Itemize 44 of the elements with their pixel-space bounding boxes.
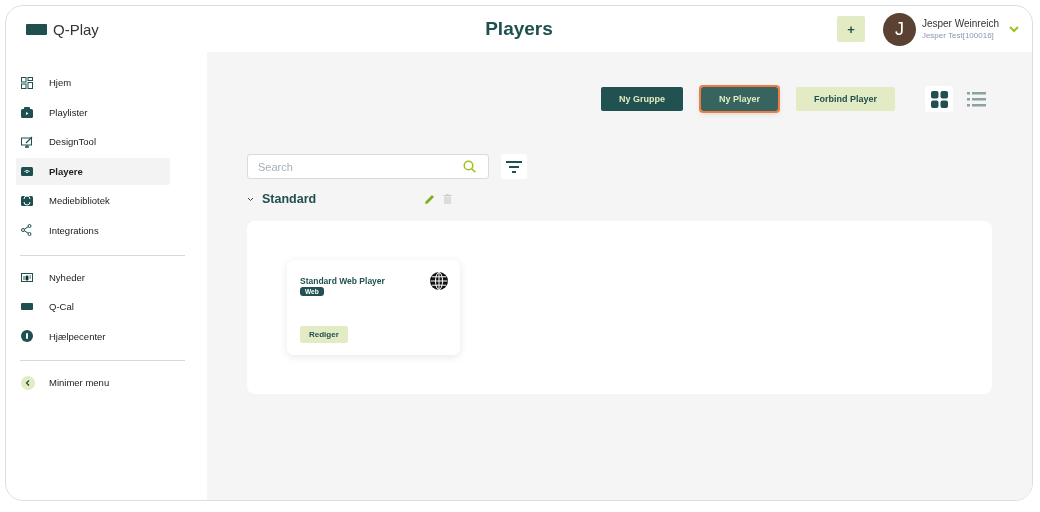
filter-button[interactable] xyxy=(501,154,527,179)
sidebar-item[interactable]: Integrations xyxy=(16,216,197,244)
media-icon xyxy=(21,195,33,207)
sidebar-item[interactable]: Hjælpecenter xyxy=(16,322,197,350)
player-name: Standard Web Player xyxy=(300,276,385,286)
search-icon xyxy=(463,160,476,173)
pencil-icon[interactable] xyxy=(424,193,435,205)
toolbar-button[interactable]: Ny Player xyxy=(700,87,778,111)
sidebar-item[interactable]: DesignTool xyxy=(16,128,197,156)
user-name: Jesper Weinreich xyxy=(921,18,999,29)
logo-icon xyxy=(26,23,47,35)
app-name: Q-Play xyxy=(53,20,99,38)
info-icon xyxy=(21,330,33,343)
toolbar-button[interactable]: Ny Gruppe xyxy=(600,87,683,111)
chevron-left-icon xyxy=(21,375,35,390)
sidebar-item[interactable]: Nyheder xyxy=(16,263,197,291)
trash-icon[interactable] xyxy=(443,194,452,204)
sidebar-item[interactable]: Playlister xyxy=(16,98,197,126)
search-field[interactable]: Search xyxy=(247,154,489,179)
list-icon xyxy=(966,91,986,107)
rectangle-icon xyxy=(21,303,33,311)
account-name: Jesper Test[100016] xyxy=(921,31,995,40)
group-name: Standard xyxy=(262,192,318,206)
sidebar-item[interactable]: Mediebibliotek xyxy=(16,187,197,215)
grid-icon xyxy=(21,76,33,89)
edit-button[interactable]: Rediger xyxy=(300,326,348,343)
chevron-down-icon[interactable] xyxy=(247,196,254,202)
newspaper-icon xyxy=(21,272,33,282)
screen-icon xyxy=(21,166,33,176)
add-button[interactable]: + xyxy=(836,16,865,42)
globe-icon xyxy=(430,272,448,290)
share-icon xyxy=(21,224,32,237)
page-title: Players xyxy=(485,18,553,40)
sidebar-item[interactable]: Q-Cal xyxy=(16,293,197,321)
briefcase-icon xyxy=(21,106,33,118)
sidebar-item[interactable]: Hjem xyxy=(16,69,197,96)
edit-screen-icon xyxy=(21,135,34,148)
filter-icon xyxy=(506,160,522,173)
grid-view-button[interactable] xyxy=(925,86,953,112)
toolbar-button[interactable]: Forbind Player xyxy=(796,87,895,111)
grid-icon xyxy=(930,90,948,108)
user-avatar[interactable]: J xyxy=(882,12,916,46)
sidebar-item[interactable]: Playere xyxy=(16,157,170,185)
sidebar-item[interactable]: Minimer menu xyxy=(16,369,197,397)
